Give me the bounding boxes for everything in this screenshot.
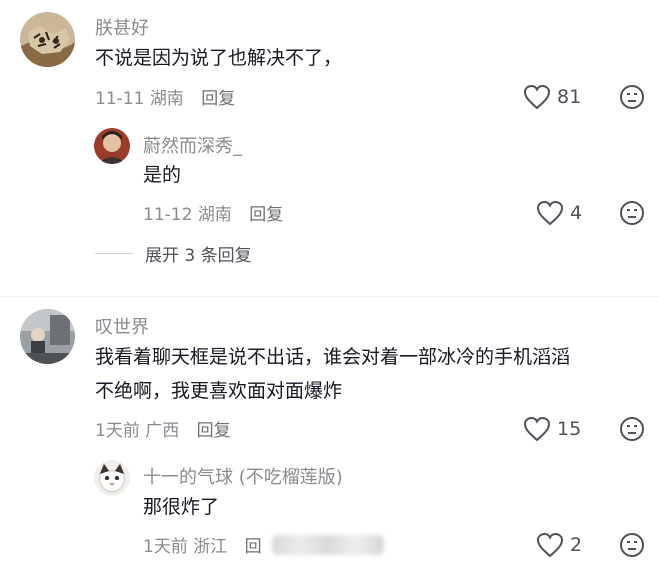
like-button[interactable]: 15 xyxy=(523,416,581,442)
comment-text: 不说是因为说了也解决不了， xyxy=(95,47,343,69)
comment-location: 广西 xyxy=(145,421,180,441)
comment-text-line1: 我看着聊天框是说不出话，谁会对着一部冰冷的手机滔滔 xyxy=(95,346,571,368)
reply-text: 那很炸了 xyxy=(143,496,220,518)
reply-username[interactable]: 蔚然而深秀_ xyxy=(143,132,242,158)
like-count: 15 xyxy=(557,418,582,440)
like-button[interactable]: 81 xyxy=(523,84,581,110)
comment-divider xyxy=(0,296,659,297)
comment-date: 1天前 xyxy=(95,421,140,441)
avatar[interactable] xyxy=(20,12,75,67)
expand-replies-button[interactable]: 展开 3 条回复 xyxy=(95,241,252,266)
heart-outline-icon xyxy=(536,532,564,558)
reply-button[interactable]: 回复 xyxy=(197,421,231,441)
sad-face-icon xyxy=(619,85,645,114)
reply-date: 1天前 xyxy=(143,537,188,557)
reply-button[interactable]: 回 xyxy=(245,537,262,557)
expand-divider-line xyxy=(95,253,133,254)
comment-meta: 1天前 广西 回复 xyxy=(95,416,231,441)
avatar[interactable] xyxy=(94,460,130,496)
reply-username[interactable]: 十一的气球 (不吃榴莲版) xyxy=(143,463,343,489)
reply-meta: 1天前 浙江 回 xyxy=(143,532,262,557)
avatar[interactable] xyxy=(20,309,75,364)
like-button[interactable]: 2 xyxy=(536,532,582,558)
sad-face-icon xyxy=(619,201,645,230)
reply-date: 11-12 xyxy=(143,205,193,225)
reply-location: 浙江 xyxy=(193,537,228,557)
comment-meta: 11-11 湖南 回复 xyxy=(95,84,235,109)
like-count: 81 xyxy=(557,86,582,108)
comment-username[interactable]: 朕甚好 xyxy=(95,14,149,40)
reply-button[interactable]: 回复 xyxy=(249,205,283,225)
like-button[interactable]: 4 xyxy=(536,200,582,226)
reply-location: 湖南 xyxy=(197,205,232,225)
reply-button[interactable]: 回复 xyxy=(201,89,235,109)
avatar[interactable] xyxy=(94,128,130,164)
dislike-button[interactable] xyxy=(619,200,645,230)
heart-outline-icon xyxy=(523,84,551,110)
like-count: 2 xyxy=(570,534,583,556)
blurred-overlay xyxy=(272,535,384,555)
comment-text-line2: 不绝啊，我更喜欢面对面爆炸 xyxy=(95,380,343,402)
heart-outline-icon xyxy=(536,200,564,226)
dislike-button[interactable] xyxy=(619,84,645,114)
reply-meta: 11-12 湖南 回复 xyxy=(143,200,283,225)
dislike-button[interactable] xyxy=(619,532,645,562)
like-count: 4 xyxy=(570,202,583,224)
sad-face-icon xyxy=(619,417,645,446)
sad-face-icon xyxy=(619,533,645,562)
comment-date: 11-11 xyxy=(95,89,145,109)
expand-replies-label: 展开 3 条回复 xyxy=(145,246,252,266)
heart-outline-icon xyxy=(523,416,551,442)
dislike-button[interactable] xyxy=(619,416,645,446)
reply-text: 是的 xyxy=(143,164,182,186)
comment-location: 湖南 xyxy=(149,89,184,109)
comment-username[interactable]: 叹世界 xyxy=(95,313,149,339)
